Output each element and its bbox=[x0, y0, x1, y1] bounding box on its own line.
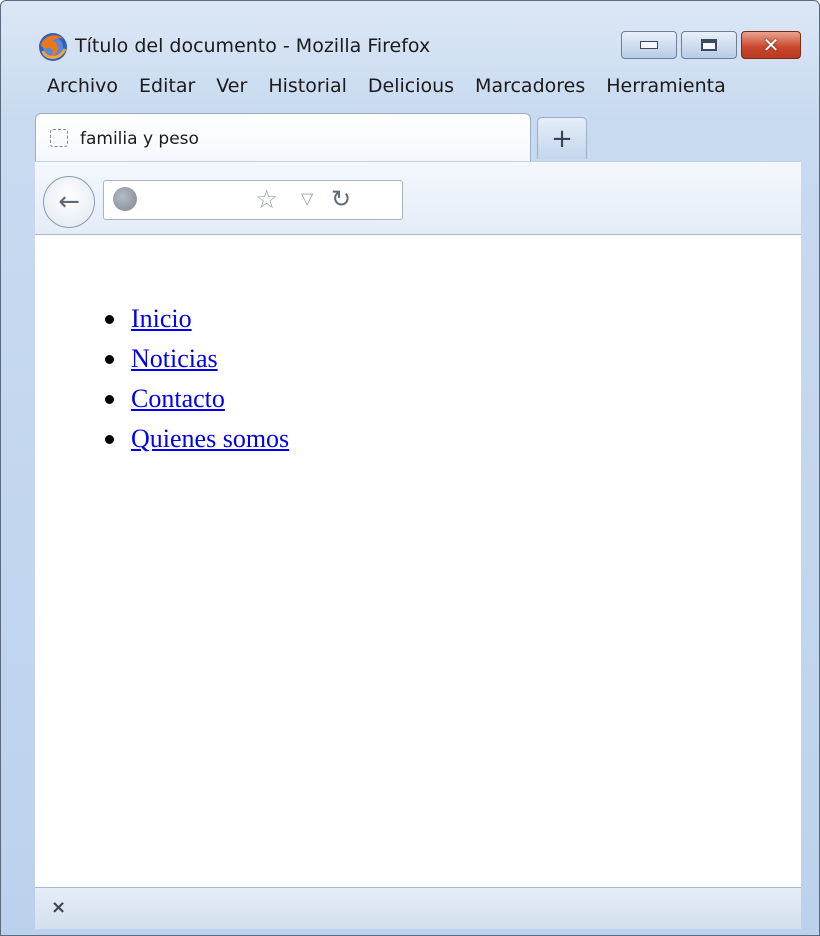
close-addon-bar-icon[interactable]: × bbox=[51, 897, 66, 918]
menu-herramientas[interactable]: Herramienta bbox=[606, 75, 726, 105]
menu-delicious[interactable]: Delicious bbox=[368, 75, 454, 105]
back-button[interactable]: ← bbox=[43, 176, 95, 228]
site-identity-globe-icon[interactable] bbox=[113, 187, 137, 211]
menu-ver[interactable]: Ver bbox=[216, 75, 247, 105]
link-noticias[interactable]: Noticias bbox=[131, 341, 218, 377]
back-arrow-icon: ← bbox=[58, 187, 80, 217]
history-dropdown-icon[interactable]: ▽ bbox=[301, 189, 313, 208]
title-bar: Título del documento - Mozilla Firefox ✕ bbox=[1, 1, 819, 71]
navigation-toolbar bbox=[35, 161, 801, 235]
menu-marcadores[interactable]: Marcadores bbox=[475, 75, 585, 105]
bullet-icon bbox=[105, 315, 114, 324]
link-inicio[interactable]: Inicio bbox=[131, 301, 192, 337]
window-title: Título del documento - Mozilla Firefox bbox=[75, 35, 431, 57]
plus-icon: + bbox=[551, 123, 573, 154]
menu-bar: Archivo Editar Ver Historial Delicious M… bbox=[47, 75, 819, 105]
maximize-icon bbox=[701, 39, 717, 51]
new-tab-button[interactable]: + bbox=[537, 117, 587, 159]
tab-label: familia y peso bbox=[80, 129, 199, 149]
firefox-logo-icon bbox=[39, 33, 67, 61]
browser-window: Título del documento - Mozilla Firefox ✕… bbox=[0, 0, 820, 936]
bullet-icon bbox=[105, 435, 114, 444]
minimize-icon bbox=[640, 41, 658, 49]
maximize-button[interactable] bbox=[681, 31, 737, 59]
status-bar: × bbox=[35, 887, 801, 929]
link-quienes-somos[interactable]: Quienes somos bbox=[131, 421, 289, 457]
menu-historial[interactable]: Historial bbox=[268, 75, 347, 105]
close-icon: ✕ bbox=[762, 33, 780, 57]
link-contacto[interactable]: Contacto bbox=[131, 381, 225, 417]
menu-editar[interactable]: Editar bbox=[139, 75, 195, 105]
minimize-button[interactable] bbox=[621, 31, 677, 59]
window-controls: ✕ bbox=[617, 31, 801, 61]
reload-icon[interactable]: ↻ bbox=[331, 185, 351, 213]
close-button[interactable]: ✕ bbox=[741, 31, 801, 59]
bullet-icon bbox=[105, 355, 114, 364]
page-favicon-icon bbox=[50, 129, 68, 147]
menu-archivo[interactable]: Archivo bbox=[47, 75, 118, 105]
url-bar[interactable] bbox=[103, 180, 403, 220]
tab-active[interactable]: familia y peso bbox=[35, 113, 531, 161]
bookmark-star-icon[interactable]: ☆ bbox=[255, 185, 278, 215]
bullet-icon bbox=[105, 395, 114, 404]
